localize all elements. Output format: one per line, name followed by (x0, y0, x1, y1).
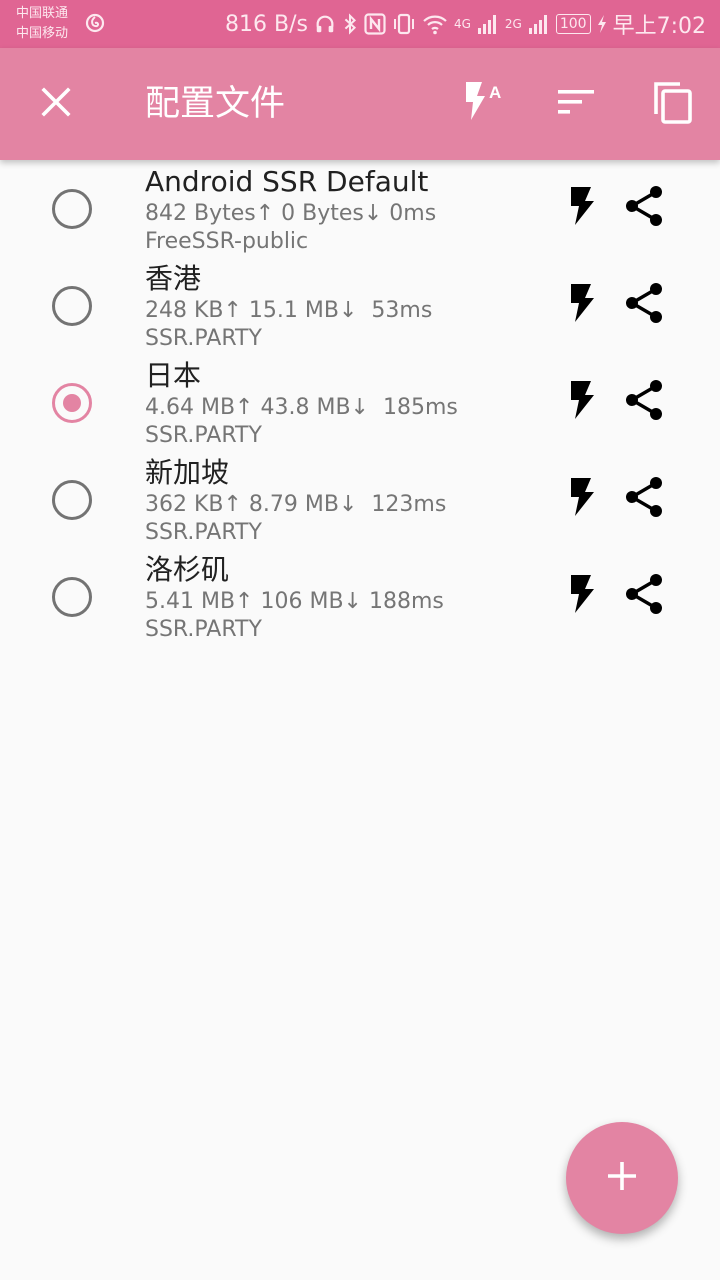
profile-radio[interactable] (52, 577, 92, 617)
svg-text:A: A (489, 83, 501, 102)
share-icon (624, 282, 664, 328)
profile-group: SSR.PARTY (145, 326, 262, 351)
network-type-2g: 2G (504, 17, 522, 31)
profile-group: SSR.PARTY (145, 520, 262, 545)
charging-icon (597, 14, 607, 34)
profile-radio[interactable] (52, 286, 92, 326)
test-profile-button[interactable] (558, 184, 606, 232)
net-speed: 816 B/s (225, 11, 308, 37)
close-button[interactable] (28, 76, 84, 132)
test-profile-button[interactable] (558, 378, 606, 426)
profile-radio-selected[interactable] (52, 383, 92, 423)
profile-row[interactable]: 香港 248 KB↑ 15.1 MB↓ 53ms SSR.PARTY (0, 257, 720, 354)
profile-stats: 362 KB↑ 8.79 MB↓ 123ms (145, 492, 447, 517)
share-icon (624, 476, 664, 522)
share-profile-button[interactable] (620, 184, 668, 232)
test-profile-button[interactable] (558, 572, 606, 620)
flash-icon (569, 186, 595, 230)
close-icon (40, 86, 72, 122)
vibrate-icon (392, 13, 416, 35)
status-bar: 中国联通 中国移动 816 B/s 4G 2G 100 早上7:02 (0, 0, 720, 48)
wifi-icon (422, 13, 448, 35)
test-profile-button[interactable] (558, 475, 606, 523)
signal-icon-2 (528, 13, 550, 35)
nfc-icon (364, 13, 386, 35)
sort-icon (556, 86, 596, 122)
copy-icon (650, 80, 694, 128)
profile-group: SSR.PARTY (145, 617, 262, 642)
profile-row[interactable]: 新加坡 362 KB↑ 8.79 MB↓ 123ms SSR.PARTY (0, 451, 720, 548)
profile-stats: 5.41 MB↑ 106 MB↓ 188ms (145, 589, 444, 614)
test-all-button[interactable]: A (452, 76, 508, 132)
headset-icon (314, 13, 336, 35)
share-icon (624, 379, 664, 425)
share-icon (624, 185, 664, 231)
page-title: 配置文件 (145, 84, 286, 124)
sort-button[interactable] (548, 76, 604, 132)
plus-icon (606, 1160, 638, 1196)
carrier-info: 中国联通 中国移动 (16, 4, 68, 44)
share-profile-button[interactable] (620, 281, 668, 329)
share-icon (624, 573, 664, 619)
flash-icon (569, 283, 595, 327)
share-profile-button[interactable] (620, 475, 668, 523)
flash-auto-icon: A (456, 78, 504, 130)
carrier-1: 中国联通 (16, 6, 69, 21)
profile-radio[interactable] (52, 189, 92, 229)
profile-group: SSR.PARTY (145, 423, 262, 448)
profile-stats: 248 KB↑ 15.1 MB↓ 53ms (145, 298, 433, 323)
profile-name: 日本 (145, 359, 202, 392)
add-profile-button[interactable] (566, 1122, 678, 1234)
share-profile-button[interactable] (620, 572, 668, 620)
profile-name: 香港 (145, 262, 202, 295)
clock: 早上7:02 (612, 14, 706, 39)
app-toolbar: 配置文件 A (0, 48, 720, 160)
profile-list: Android SSR Default 842 Bytes↑ 0 Bytes↓ … (0, 160, 720, 645)
share-profile-button[interactable] (620, 378, 668, 426)
bluetooth-icon (342, 13, 358, 35)
profile-radio[interactable] (52, 480, 92, 520)
flash-icon (569, 574, 595, 618)
test-profile-button[interactable] (558, 281, 606, 329)
profile-name: 新加坡 (145, 456, 230, 489)
copy-button[interactable] (644, 76, 700, 132)
profile-row[interactable]: 日本 4.64 MB↑ 43.8 MB↓ 185ms SSR.PARTY (0, 354, 720, 451)
profile-row[interactable]: 洛杉矶 5.41 MB↑ 106 MB↓ 188ms SSR.PARTY (0, 548, 720, 645)
carrier-2: 中国移动 (16, 26, 69, 41)
profile-group: FreeSSR-public (145, 229, 309, 254)
flash-icon (569, 477, 595, 521)
hd-voice-icon (84, 12, 106, 38)
profile-stats: 842 Bytes↑ 0 Bytes↓ 0ms (145, 201, 437, 226)
network-type-4g: 4G (453, 17, 471, 31)
profile-row[interactable]: Android SSR Default 842 Bytes↑ 0 Bytes↓ … (0, 160, 720, 257)
battery-indicator: 100 (555, 14, 591, 34)
profile-name: Android SSR Default (145, 165, 429, 198)
profile-name: 洛杉矶 (145, 553, 230, 586)
flash-icon (569, 380, 595, 424)
profile-stats: 4.64 MB↑ 43.8 MB↓ 185ms (145, 395, 458, 420)
signal-icon-1 (477, 13, 499, 35)
